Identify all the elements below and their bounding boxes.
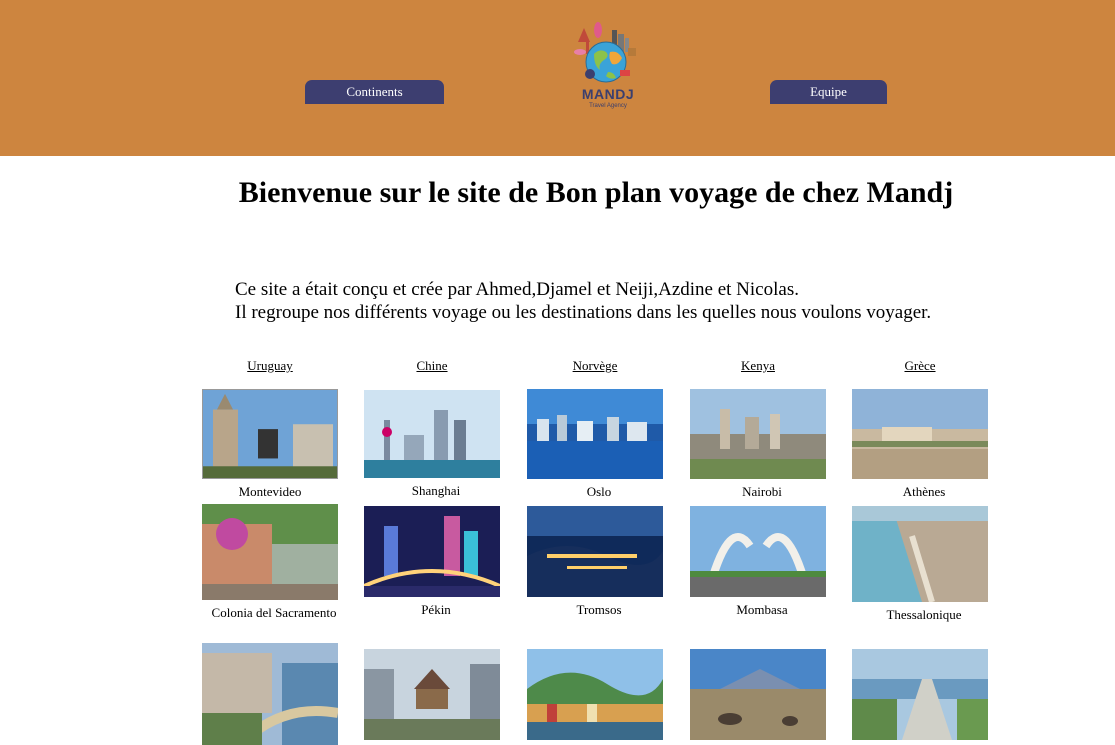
caption-oslo: Oslo xyxy=(586,484,612,499)
photo-row3-grece[interactable] xyxy=(852,649,988,740)
photo-row3-norvege[interactable] xyxy=(527,649,663,740)
photo-row3-uruguay[interactable] xyxy=(202,643,338,745)
continents-nav-button[interactable]: Continents xyxy=(305,80,444,104)
photo-nairobi[interactable] xyxy=(690,389,826,479)
country-link-chine[interactable]: Chine xyxy=(364,358,500,374)
logo-tagline: Travel Agency xyxy=(589,103,627,109)
intro-text: Ce site a était conçu et crée par Ahmed,… xyxy=(235,278,931,324)
photo-athenes[interactable] xyxy=(852,389,988,479)
logo-brand-text: MANDJ xyxy=(581,86,635,102)
page-title: Bienvenue sur le site de Bon plan voyage… xyxy=(238,176,954,209)
country-link-kenya[interactable]: Kenya xyxy=(690,358,826,374)
photo-shanghai[interactable] xyxy=(364,390,500,478)
caption-nairobi: Nairobi xyxy=(742,484,782,499)
mandj-logo[interactable]: MANDJ Travel Agency xyxy=(568,22,648,114)
equipe-nav-button[interactable]: Equipe xyxy=(770,80,887,104)
photo-oslo[interactable] xyxy=(527,389,663,479)
country-link-norvege[interactable]: Norvège xyxy=(527,358,663,374)
photo-mombasa[interactable] xyxy=(690,506,826,597)
photo-thessalonique[interactable] xyxy=(852,506,988,602)
photo-row3-kenya[interactable] xyxy=(690,649,826,740)
globe-logo-icon xyxy=(574,22,636,83)
intro-line-1: Ce site a était conçu et crée par Ahmed,… xyxy=(235,279,799,300)
photo-colonia[interactable] xyxy=(202,504,338,600)
intro-line-2: Il regroupe nos différents voyage ou les… xyxy=(235,302,932,323)
caption-colonia-del-sacramento: Colonia del Sacramento xyxy=(211,605,337,620)
caption-tromsos: Tromsos xyxy=(576,602,622,617)
photo-montevideo[interactable] xyxy=(202,389,338,479)
photo-tromsos[interactable] xyxy=(527,506,663,597)
country-link-grece[interactable]: Grèce xyxy=(852,358,988,374)
caption-thessalonique: Thessalonique xyxy=(886,607,962,622)
caption-montevideo: Montevideo xyxy=(238,484,302,499)
caption-pekin: Pékin xyxy=(421,602,451,617)
site-header: Continents MANDJ Travel Agency Equipe xyxy=(0,0,1115,156)
caption-shanghai: Shanghai xyxy=(411,483,461,498)
country-link-uruguay[interactable]: Uruguay xyxy=(202,358,338,374)
photo-row3-chine[interactable] xyxy=(364,649,500,740)
caption-mombasa: Mombasa xyxy=(736,602,788,617)
caption-athenes: Athènes xyxy=(902,484,946,499)
photo-pekin[interactable] xyxy=(364,506,500,597)
